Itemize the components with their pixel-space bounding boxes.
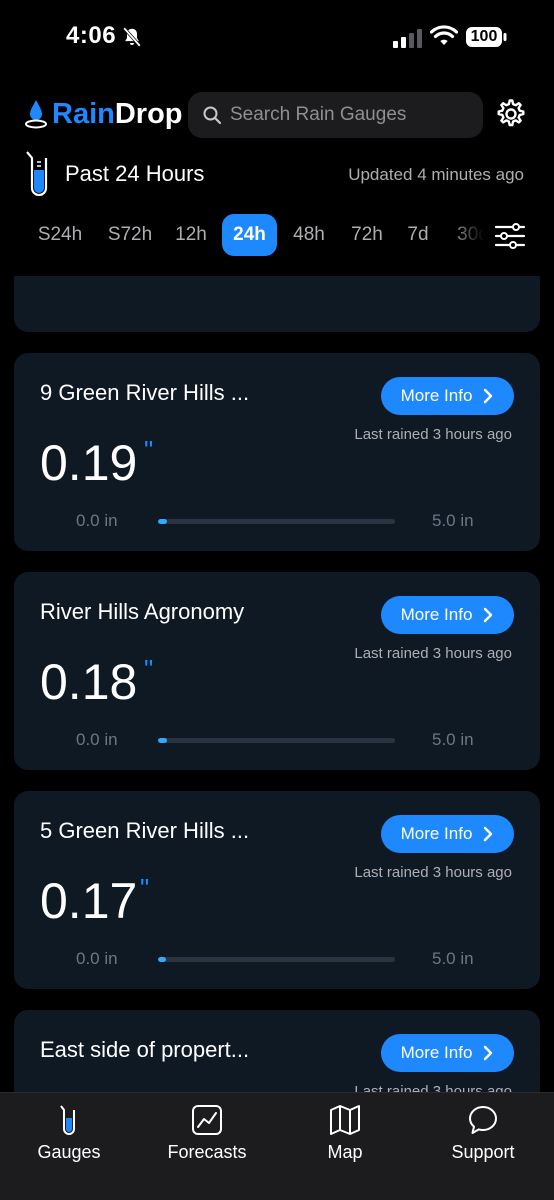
updated-timestamp: Updated 4 minutes ago — [348, 165, 524, 184]
tab-72h[interactable]: 72h — [340, 214, 394, 256]
min-label: 0.0 in — [76, 511, 118, 530]
chevron-right-icon — [484, 1045, 493, 1061]
app-screen: 4:06 100 RainDrop Search Rain Gauges Pas… — [0, 0, 554, 1200]
period-tabs: S24h S72h 12h 24h 48h 72h 7d 30d — [0, 214, 490, 258]
status-bar: 4:06 100 — [0, 0, 554, 76]
more-info-button[interactable]: More Info — [381, 1034, 514, 1072]
nav-label: Forecasts — [167, 1142, 247, 1162]
rainfall-unit: " — [140, 873, 150, 903]
tab-7d[interactable]: 7d — [398, 214, 438, 256]
tab-48h[interactable]: 48h — [282, 214, 336, 256]
nav-support[interactable]: Support — [414, 1103, 552, 1163]
nav-label: Map — [327, 1142, 363, 1162]
logo-text-drop: Drop — [114, 98, 183, 130]
max-label: 5.0 in — [432, 730, 474, 749]
chart-line-icon — [192, 1105, 222, 1135]
bottom-tab-bar: Gauges Forecasts Map Support — [0, 1092, 554, 1200]
battery-level: 100 — [470, 28, 498, 45]
chevron-right-icon — [484, 826, 493, 842]
rain-gauge-tube-icon — [26, 151, 48, 196]
logo-text-rain: Rain — [52, 98, 115, 130]
tabs-fade — [450, 214, 490, 258]
raindrop-logo-icon — [25, 100, 47, 129]
range-title: Past 24 Hours — [65, 161, 205, 186]
filter-sliders-icon[interactable] — [494, 222, 526, 250]
nav-label: Gauges — [37, 1142, 101, 1162]
tab-24h[interactable]: 24h — [222, 214, 277, 256]
gauge-card[interactable]: River Hills Agronomy More Info Last rain… — [14, 572, 540, 770]
tab-s72h[interactable]: S72h — [96, 214, 164, 256]
more-info-button[interactable]: More Info — [381, 596, 514, 634]
last-rained: Last rained 3 hours ago — [354, 1083, 512, 1092]
more-info-label: More Info — [400, 1043, 473, 1062]
rainfall-progress-fill — [158, 957, 167, 962]
app-logo: RainDrop — [24, 96, 183, 132]
last-rained: Last rained 3 hours ago — [354, 426, 512, 443]
gauge-card[interactable]: 9 Green River Hills ... More Info Last r… — [14, 353, 540, 551]
tab-s24h[interactable]: S24h — [26, 214, 94, 256]
chevron-right-icon — [484, 388, 493, 404]
more-info-label: More Info — [400, 824, 473, 843]
rainfall-amount: 0.19 — [40, 435, 138, 491]
min-label: 0.0 in — [76, 730, 118, 749]
gauge-card[interactable]: East side of propert... More Info Last r… — [14, 1010, 540, 1092]
more-info-label: More Info — [400, 605, 473, 624]
gauge-card: 0.0 in 5.0 in — [14, 276, 540, 332]
gauge-list[interactable]: 0.0 in 5.0 in 9 Green River Hills ... Mo… — [0, 276, 554, 1092]
rain-gauge-icon — [60, 1105, 75, 1135]
rainfall-progress-fill — [158, 738, 167, 743]
cellular-signal-icon — [393, 29, 422, 48]
search-icon — [203, 106, 222, 125]
nav-forecasts[interactable]: Forecasts — [138, 1103, 276, 1163]
nav-label: Support — [451, 1142, 515, 1162]
gauge-name: River Hills Agronomy — [40, 599, 245, 624]
max-label: 5.0 in — [432, 949, 474, 968]
tab-12h[interactable]: 12h — [166, 214, 216, 256]
gear-icon[interactable] — [494, 97, 528, 131]
map-icon — [330, 1105, 360, 1135]
min-label: 0.0 in — [76, 949, 118, 968]
last-rained: Last rained 3 hours ago — [354, 864, 512, 881]
nav-gauges[interactable]: Gauges — [0, 1103, 138, 1163]
gauge-card[interactable]: 5 Green River Hills ... More Info Last r… — [14, 791, 540, 989]
chevron-right-icon — [484, 607, 493, 623]
search-bar[interactable] — [188, 92, 483, 138]
rainfall-amount: 0.17 — [40, 873, 138, 929]
rainfall-progress-bar — [158, 519, 395, 524]
search-input[interactable] — [230, 104, 470, 126]
rainfall-progress-bar — [158, 957, 395, 962]
bell-slash-icon — [123, 27, 141, 47]
rainfall-amount: 0.18 — [40, 654, 138, 710]
more-info-label: More Info — [400, 386, 473, 405]
rainfall-unit: " — [144, 435, 154, 465]
nav-map[interactable]: Map — [276, 1103, 414, 1163]
rainfall-progress-fill — [158, 519, 167, 524]
chat-bubble-icon — [469, 1106, 497, 1134]
gauge-name: 5 Green River Hills ... — [40, 818, 250, 843]
max-label: 5.0 in — [432, 511, 474, 530]
more-info-button[interactable]: More Info — [381, 815, 514, 853]
last-rained: Last rained 3 hours ago — [354, 645, 512, 662]
rainfall-unit: " — [144, 654, 154, 684]
more-info-button[interactable]: More Info — [381, 377, 514, 415]
status-time: 4:06 — [66, 22, 117, 49]
rainfall-progress-bar — [158, 738, 395, 743]
gauge-name: 9 Green River Hills ... — [40, 380, 250, 405]
wifi-icon — [430, 25, 458, 45]
gauge-name: East side of propert... — [40, 1037, 250, 1062]
